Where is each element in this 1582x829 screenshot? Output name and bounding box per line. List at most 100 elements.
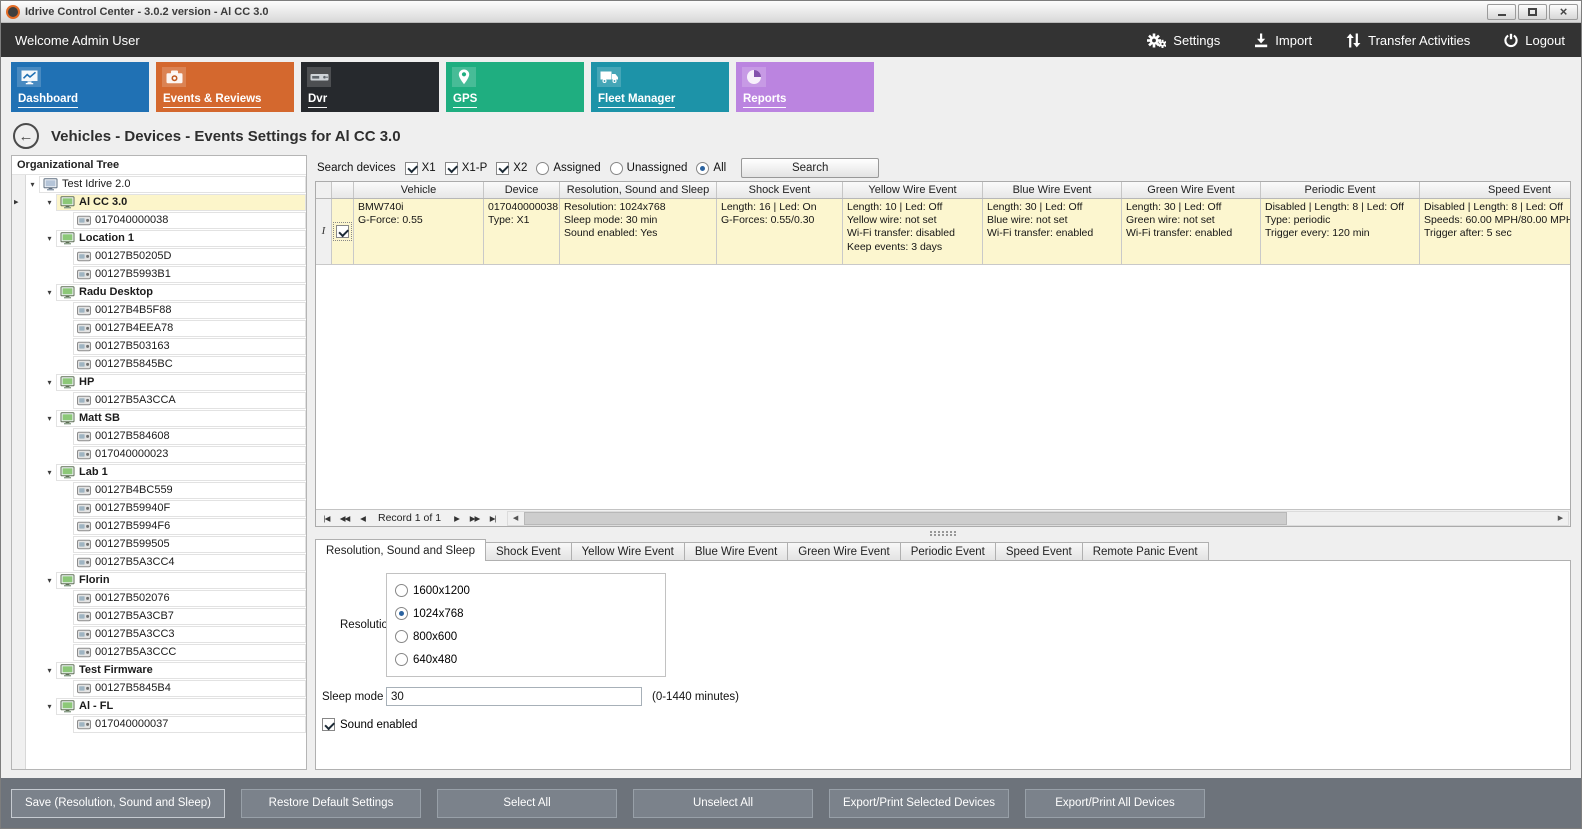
tree-node-00127b5845bc[interactable]: ▾00127B5845BC xyxy=(26,355,306,373)
tree-node-00127b5a3cb7[interactable]: ▾00127B5A3CB7 xyxy=(26,607,306,625)
column-header-periodic-event[interactable]: Periodic Event xyxy=(1261,182,1420,198)
column-header-device[interactable]: Device xyxy=(484,182,560,198)
import-button[interactable]: Import xyxy=(1254,33,1312,48)
select-column-header[interactable] xyxy=(332,182,354,198)
tab-yellow-w-ire-event[interactable]: Yellow W​ire Event xyxy=(572,542,685,561)
minimize-button[interactable] xyxy=(1487,4,1516,20)
tab-resolution-sound-and-sleep[interactable]: Resolution, Sound and Sleep xyxy=(315,539,486,561)
scroll-right-icon[interactable]: ▶ xyxy=(1553,512,1568,525)
tree-node-00127b5993b1[interactable]: ▾00127B5993B1 xyxy=(26,265,306,283)
column-header-shock-event[interactable]: Shock Event xyxy=(717,182,843,198)
settings-button[interactable]: Settings xyxy=(1147,33,1220,48)
column-header-yellow-wire-event[interactable]: Yellow Wire Event xyxy=(843,182,983,198)
sound-enabled-checkbox[interactable]: Sound enabled xyxy=(322,718,1570,731)
tree-node-00127b4b5f88[interactable]: ▾00127B4B5F88 xyxy=(26,301,306,319)
tree-node-00127b5a3cca[interactable]: ▾00127B5A3CCA xyxy=(26,391,306,409)
nav-prev-button[interactable]: ◀ xyxy=(354,511,371,526)
tab-shock-event[interactable]: Shock Event xyxy=(486,542,572,561)
column-header-blue-wire-event[interactable]: Blue Wire Event xyxy=(983,182,1122,198)
nav-tile-fleet-manager[interactable]: Fleet Manager xyxy=(591,62,729,112)
tree-node-017040000038[interactable]: ▾017040000038 xyxy=(26,211,306,229)
filter-x1-checkbox[interactable]: X1 xyxy=(405,162,436,175)
tree-node-test-idrive-2-0[interactable]: ▾Test Idrive 2.0 xyxy=(26,175,306,193)
tab-green-wire-event[interactable]: Green Wire Event xyxy=(788,542,900,561)
row-select-checkbox[interactable] xyxy=(332,199,354,264)
tab-blue-wire-event[interactable]: Blue Wire Event xyxy=(685,542,788,561)
tree-node-00127b502076[interactable]: ▾00127B502076 xyxy=(26,589,306,607)
tree-node-location-1[interactable]: ▾Location 1 xyxy=(26,229,306,247)
expand-arrow-icon[interactable]: ▾ xyxy=(43,288,56,297)
expand-arrow-icon[interactable]: ▾ xyxy=(26,180,39,189)
transfer-activities-button[interactable]: Transfer Activities xyxy=(1346,33,1470,48)
filter-x1-p-checkbox[interactable]: X1-P xyxy=(445,162,488,175)
tree-node-00127b5845b4[interactable]: ▾00127B5845B4 xyxy=(26,679,306,697)
back-button[interactable]: ← xyxy=(13,123,39,149)
filter-all-radio[interactable]: All xyxy=(696,162,726,175)
scroll-left-icon[interactable]: ◀ xyxy=(508,512,523,525)
nav-tile-events-reviews[interactable]: Events & Reviews xyxy=(156,62,294,112)
column-header-speed-event[interactable]: Speed Event xyxy=(1420,182,1570,198)
resolution-option-800x600[interactable]: 800x600 xyxy=(395,630,665,643)
filter-assigned-radio[interactable]: Assigned xyxy=(536,162,600,175)
column-header-resolution-sound-and-sleep[interactable]: Resolution, Sound and Sleep xyxy=(560,182,717,198)
horizontal-scrollbar[interactable]: ◀ ▶ xyxy=(507,511,1569,526)
column-header-vehicle[interactable]: Vehicle xyxy=(354,182,484,198)
tree-node-florin[interactable]: ▾Florin xyxy=(26,571,306,589)
select-all-button[interactable]: Select All xyxy=(437,789,617,818)
tree-node-00127b50205d[interactable]: ▾00127B50205D xyxy=(26,247,306,265)
nav-tile-dvr[interactable]: Dvr xyxy=(301,62,439,112)
tree-node-al-fl[interactable]: ▾Al - FL xyxy=(26,697,306,715)
resolution-option-640x480[interactable]: 640x480 xyxy=(395,653,665,666)
tree-node-00127b503163[interactable]: ▾00127B503163 xyxy=(26,337,306,355)
tree-node-lab-1[interactable]: ▾Lab 1 xyxy=(26,463,306,481)
nav-first-button[interactable]: |◀ xyxy=(318,511,335,526)
tab-periodic-event[interactable]: Periodic Event xyxy=(901,542,996,561)
sleep-mode-input[interactable] xyxy=(386,687,642,706)
logout-button[interactable]: Logout xyxy=(1504,33,1565,48)
tree-node-matt-sb[interactable]: ▾Matt SB xyxy=(26,409,306,427)
tree-node-00127b5994f6[interactable]: ▾00127B5994F6 xyxy=(26,517,306,535)
nav-last-button[interactable]: ▶| xyxy=(484,511,501,526)
expand-arrow-icon[interactable]: ▾ xyxy=(43,468,56,477)
filter-unassigned-radio[interactable]: Unassigned xyxy=(610,162,688,175)
tree-node-00127b599505[interactable]: ▾00127B599505 xyxy=(26,535,306,553)
nav-tile-reports[interactable]: Reports xyxy=(736,62,874,112)
nav-prev-page-button[interactable]: ◀◀ xyxy=(336,511,353,526)
tree-node-test-firmware[interactable]: ▾Test Firmware xyxy=(26,661,306,679)
column-header-green-wire-event[interactable]: Green Wire Event xyxy=(1122,182,1261,198)
tab-remote-panic-event[interactable]: Remote Panic Event xyxy=(1083,542,1209,561)
tab-speed-event[interactable]: Speed Event xyxy=(996,542,1083,561)
resolution-option-1600x1200[interactable]: 1600x1200 xyxy=(395,584,665,597)
expand-arrow-icon[interactable]: ▾ xyxy=(43,378,56,387)
expand-arrow-icon[interactable]: ▾ xyxy=(43,198,56,207)
tree-node-017040000023[interactable]: ▾017040000023 xyxy=(26,445,306,463)
tree-node-hp[interactable]: ▾HP xyxy=(26,373,306,391)
device-row[interactable]: IBMW740iG-Force: 0.55017040000038Type: X… xyxy=(316,199,1570,265)
tree-node-radu-desktop[interactable]: ▾Radu Desktop xyxy=(26,283,306,301)
close-button[interactable] xyxy=(1549,4,1578,20)
nav-tile-dashboard[interactable]: Dashboard xyxy=(11,62,149,112)
tree-node-00127b59940f[interactable]: ▾00127B59940F xyxy=(26,499,306,517)
tree-node-00127b5a3ccc[interactable]: ▾00127B5A3CCC xyxy=(26,643,306,661)
tree-node-017040000037[interactable]: ▾017040000037 xyxy=(26,715,306,733)
maximize-button[interactable] xyxy=(1518,4,1547,20)
save-resolution-sound-and-sleep-button[interactable]: Save (Resolution, Sound and Sleep) xyxy=(11,789,225,818)
tree-node-00127b4bc559[interactable]: ▾00127B4BC559 xyxy=(26,481,306,499)
export-print-all-devices-button[interactable]: Export/Print All Devices xyxy=(1025,789,1205,818)
tree-node-al-cc-3-0[interactable]: ▾Al CC 3.0 xyxy=(26,193,306,211)
resolution-option-1024x768[interactable]: 1024x768 xyxy=(395,607,665,620)
tree-node-00127b5a3cc4[interactable]: ▾00127B5A3CC4 xyxy=(26,553,306,571)
scrollbar-thumb[interactable] xyxy=(524,512,1287,525)
tree-node-00127b5a3cc3[interactable]: ▾00127B5A3CC3 xyxy=(26,625,306,643)
expand-arrow-icon[interactable]: ▾ xyxy=(43,702,56,711)
nav-next-button[interactable]: ▶ xyxy=(448,511,465,526)
search-button[interactable]: Search xyxy=(741,158,879,178)
filter-x2-checkbox[interactable]: X2 xyxy=(496,162,527,175)
restore-default-settings-button[interactable]: Restore Default Settings xyxy=(241,789,421,818)
nav-tile-gps[interactable]: GPS xyxy=(446,62,584,112)
unselect-all-button[interactable]: Unselect All xyxy=(633,789,813,818)
splitter[interactable] xyxy=(315,527,1571,539)
expand-arrow-icon[interactable]: ▾ xyxy=(43,576,56,585)
export-print-selected-devices-button[interactable]: Export/Print Selected Devices xyxy=(829,789,1009,818)
expand-arrow-icon[interactable]: ▾ xyxy=(43,414,56,423)
